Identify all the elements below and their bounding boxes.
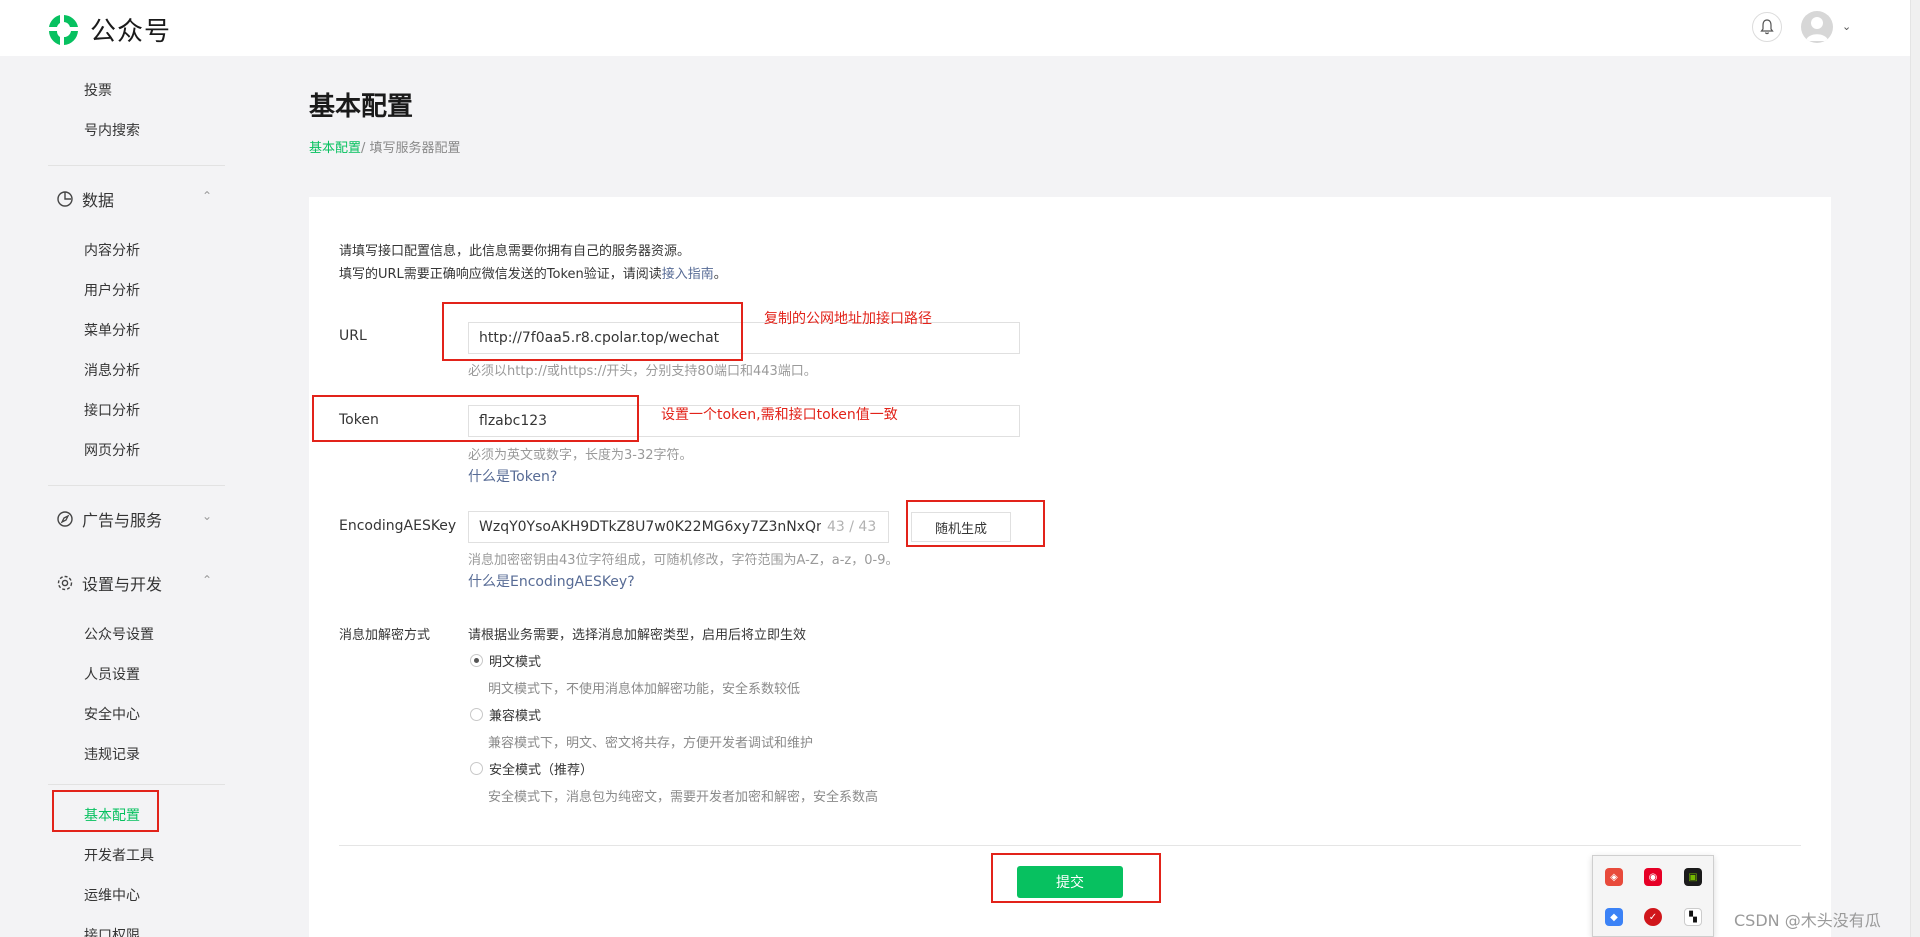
chat-app-icon[interactable]: ◆ bbox=[1605, 908, 1623, 926]
intro-suffix: 。 bbox=[713, 267, 727, 282]
avatar[interactable] bbox=[1801, 11, 1833, 43]
sidebar-group-dev[interactable]: 设置与开发 ⌃ bbox=[56, 571, 212, 595]
aes-hint: 消息加密密钥由43位字符组成，可随机修改，字符范围为A-Z，a-z，0-9。 bbox=[468, 553, 899, 568]
sidebar-item-account-settings[interactable]: 公众号设置 bbox=[84, 624, 154, 644]
scrollbar[interactable] bbox=[1910, 0, 1920, 937]
radio-label: 明文模式 bbox=[489, 655, 542, 670]
watermark: CSDN @木头没有瓜 bbox=[1734, 911, 1881, 930]
sidebar-item-user-analysis[interactable]: 用户分析 bbox=[84, 280, 140, 300]
radio-label: 兼容模式 bbox=[489, 709, 542, 724]
divider bbox=[339, 845, 1801, 846]
divider bbox=[48, 485, 225, 486]
sidebar-item-vote[interactable]: 投票 bbox=[84, 80, 112, 100]
radio-button[interactable] bbox=[470, 762, 483, 775]
aes-value: WzqY0YsoAKH9DTkZ8U7w0K22MG6xy7Z3nNxQme0 bbox=[479, 519, 821, 535]
url-label: URL bbox=[339, 328, 367, 344]
what-is-aes-link[interactable]: 什么是EncodingAESKey? bbox=[468, 571, 635, 591]
sidebar-item-menu-analysis[interactable]: 菜单分析 bbox=[84, 320, 140, 340]
annotation-box bbox=[906, 500, 1045, 547]
sidebar: 投票 号内搜索 数据 ⌃ 内容分析 用户分析 菜单分析 消息分析 接口分析 网页… bbox=[0, 56, 270, 937]
annotation-box bbox=[312, 395, 639, 442]
intro-line-2: 填写的URL需要正确响应微信发送的Token验证，请阅读接入指南。 bbox=[339, 263, 727, 282]
sidebar-group-data[interactable]: 数据 ⌃ bbox=[56, 187, 212, 211]
annotation-box bbox=[442, 302, 743, 361]
sidebar-group-label: 设置与开发 bbox=[82, 575, 163, 594]
annotation-box bbox=[991, 853, 1161, 903]
notification-bell-icon[interactable] bbox=[1752, 12, 1782, 42]
divider bbox=[48, 784, 225, 785]
intro-text: 填写的URL需要正确响应微信发送的Token验证，请阅读 bbox=[339, 267, 662, 282]
aes-input[interactable]: WzqY0YsoAKH9DTkZ8U7w0K22MG6xy7Z3nNxQme0 4… bbox=[468, 511, 889, 543]
radio-compatible[interactable]: 兼容模式 bbox=[470, 705, 541, 724]
top-bar: 公众号 ⌄ bbox=[0, 0, 1920, 56]
sidebar-group-label: 广告与服务 bbox=[82, 511, 163, 530]
token-annotation: 设置一个token,需和接口token值一致 bbox=[661, 407, 898, 423]
wechat-mp-logo-icon bbox=[49, 14, 78, 45]
app-logo[interactable]: 公众号 bbox=[46, 11, 171, 48]
netease-music-icon[interactable]: ◉ bbox=[1644, 868, 1662, 886]
radio-secure[interactable]: 安全模式（推荐） bbox=[470, 759, 593, 778]
sidebar-item-message-analysis[interactable]: 消息分析 bbox=[84, 360, 140, 380]
url-annotation: 复制的公网地址加接口路径 bbox=[764, 311, 932, 327]
sidebar-group-label: 数据 bbox=[82, 191, 115, 210]
encryption-desc: 请根据业务需要，选择消息加解密类型，启用后将立即生效 bbox=[468, 628, 807, 643]
sidebar-item-search[interactable]: 号内搜索 bbox=[84, 120, 140, 140]
radio-plaintext[interactable]: 明文模式 bbox=[470, 651, 541, 670]
sidebar-item-member-settings[interactable]: 人员设置 bbox=[84, 664, 140, 684]
encryption-label: 消息加解密方式 bbox=[339, 628, 431, 643]
chevron-up-icon: ⌃ bbox=[202, 573, 213, 587]
chevron-up-icon: ⌃ bbox=[202, 189, 213, 203]
access-guide-link[interactable]: 接入指南 bbox=[662, 267, 714, 282]
gear-icon bbox=[56, 574, 74, 592]
radio-desc: 明文模式下，不使用消息体加解密功能，安全系数较低 bbox=[488, 682, 801, 697]
nvidia-icon[interactable]: ▣ bbox=[1684, 868, 1702, 886]
radio-desc: 安全模式下，消息包为纯密文，需要开发者加密和解密，安全系数高 bbox=[488, 790, 879, 805]
aes-counter: 43 / 43 bbox=[827, 519, 877, 535]
radio-button[interactable] bbox=[470, 654, 483, 667]
breadcrumb-current: / 填写服务器配置 bbox=[361, 141, 461, 156]
annotation-box bbox=[52, 790, 159, 832]
chevron-down-icon[interactable]: ⌄ bbox=[1842, 20, 1851, 33]
app-tray-icon[interactable]: ◈ bbox=[1605, 868, 1623, 886]
sidebar-item-web-analysis[interactable]: 网页分析 bbox=[84, 440, 140, 460]
url-hint: 必须以http://或https://开头，分别支持80端口和443端口。 bbox=[468, 364, 817, 379]
divider bbox=[48, 165, 225, 166]
sidebar-item-ops-center[interactable]: 运维中心 bbox=[84, 885, 140, 905]
security-app-icon[interactable]: ✓ bbox=[1644, 908, 1662, 926]
token-hint: 必须为英文或数字，长度为3-32字符。 bbox=[468, 448, 693, 463]
sidebar-item-security-center[interactable]: 安全中心 bbox=[84, 704, 140, 724]
radio-button[interactable] bbox=[470, 708, 483, 721]
app-title: 公众号 bbox=[90, 17, 172, 47]
intro-line-1: 请填写接口配置信息，此信息需要你拥有自己的服务器资源。 bbox=[339, 244, 691, 259]
sidebar-item-dev-tools[interactable]: 开发者工具 bbox=[84, 845, 154, 865]
breadcrumb: 基本配置/ 填写服务器配置 bbox=[309, 137, 461, 156]
sidebar-item-violations[interactable]: 违规记录 bbox=[84, 744, 140, 764]
sidebar-item-content-analysis[interactable]: 内容分析 bbox=[84, 240, 140, 260]
breadcrumb-link[interactable]: 基本配置 bbox=[309, 141, 361, 156]
pie-chart-icon bbox=[56, 190, 74, 208]
aes-label: EncodingAESKey bbox=[339, 518, 457, 534]
sidebar-group-ads[interactable]: 广告与服务 ⌄ bbox=[56, 507, 212, 531]
system-tray-popup: ◈ ◉ ▣ ◆ ✓ ▚ bbox=[1592, 855, 1714, 937]
sidebar-item-api-analysis[interactable]: 接口分析 bbox=[84, 400, 140, 420]
page-title: 基本配置 bbox=[309, 92, 414, 122]
radio-desc: 兼容模式下，明文、密文将共存，方便开发者调试和维护 bbox=[488, 736, 814, 751]
compass-icon bbox=[56, 510, 74, 528]
chevron-down-icon: ⌄ bbox=[202, 509, 213, 523]
sidebar-item-api-permissions[interactable]: 接口权限 bbox=[84, 925, 140, 937]
radio-label: 安全模式（推荐） bbox=[489, 763, 594, 778]
bookmark-app-icon[interactable]: ▚ bbox=[1684, 908, 1702, 926]
what-is-token-link[interactable]: 什么是Token? bbox=[468, 466, 557, 486]
